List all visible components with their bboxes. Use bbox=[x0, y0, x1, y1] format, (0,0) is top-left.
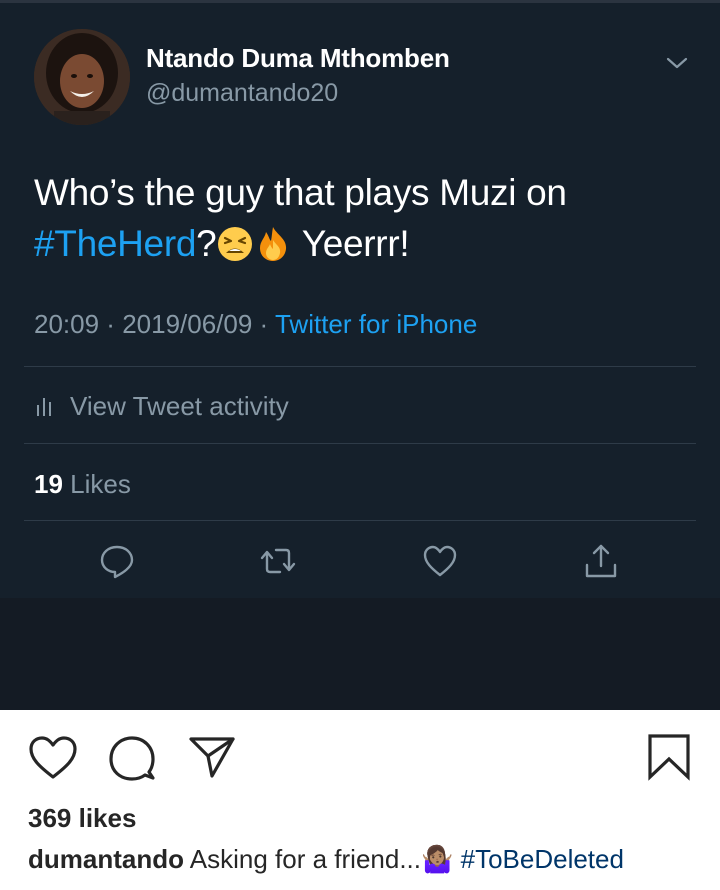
divider bbox=[24, 443, 696, 444]
activity-bars-icon bbox=[37, 398, 51, 416]
tweet-date: 2019/06/09 bbox=[122, 309, 253, 339]
send-icon[interactable] bbox=[188, 735, 236, 779]
fire-emoji bbox=[260, 227, 287, 261]
meta-separator: · bbox=[252, 309, 275, 339]
reply-icon[interactable] bbox=[99, 543, 135, 579]
tweet-text-line1: Who’s the guy that plays Muzi on bbox=[34, 172, 567, 213]
heart-icon[interactable] bbox=[28, 735, 78, 781]
view-tweet-activity[interactable]: View Tweet activity bbox=[34, 391, 289, 422]
post-caption: dumantando Asking for a friend...🤷🏽‍♀️ #… bbox=[28, 844, 718, 875]
retweet-icon[interactable] bbox=[260, 543, 296, 579]
meta-separator: · bbox=[99, 309, 123, 339]
chevron-down-icon[interactable] bbox=[664, 53, 690, 73]
tweet-screenshot: Ntando Duma Mthomben @dumantando20 Who’s… bbox=[0, 0, 720, 710]
weary-face-emoji bbox=[218, 227, 253, 261]
image-bottom-area bbox=[0, 598, 720, 710]
tweet-text-end: Yeerrr! bbox=[292, 223, 410, 264]
tweet-time: 20:09 bbox=[34, 309, 100, 339]
comment-icon[interactable] bbox=[108, 735, 156, 781]
tweet-likes[interactable]: 19 Likes bbox=[34, 469, 131, 500]
tweet-source-link[interactable]: Twitter for iPhone bbox=[275, 309, 477, 339]
tweet-text-punct: ? bbox=[196, 223, 217, 264]
share-icon[interactable] bbox=[583, 543, 619, 579]
caption-hashtag[interactable]: #ToBeDeleted bbox=[461, 844, 624, 874]
avatar[interactable] bbox=[34, 29, 130, 125]
post-likes-count[interactable]: 369 likes bbox=[28, 803, 136, 834]
tweet-meta: 20:09 · 2019/06/09 · Twitter for iPhone bbox=[34, 309, 477, 340]
likes-label: Likes bbox=[62, 469, 131, 499]
like-icon[interactable] bbox=[422, 543, 458, 579]
divider bbox=[24, 520, 696, 521]
post-username[interactable]: dumantando bbox=[28, 844, 184, 874]
divider bbox=[24, 366, 696, 367]
likes-count: 19 bbox=[34, 469, 63, 499]
hashtag-link[interactable]: #TheHerd bbox=[34, 223, 196, 264]
author-handle[interactable]: @dumantando20 bbox=[146, 79, 338, 108]
tweet-card: Ntando Duma Mthomben @dumantando20 Who’s… bbox=[0, 3, 720, 598]
bookmark-icon[interactable] bbox=[646, 733, 692, 781]
caption-text: Asking for a friend...🤷🏽‍♀️ bbox=[184, 844, 461, 874]
activity-label: View Tweet activity bbox=[70, 391, 289, 421]
author-name[interactable]: Ntando Duma Mthomben bbox=[146, 43, 450, 74]
tweet-text: Who’s the guy that plays Muzi on #TheHer… bbox=[34, 167, 694, 269]
